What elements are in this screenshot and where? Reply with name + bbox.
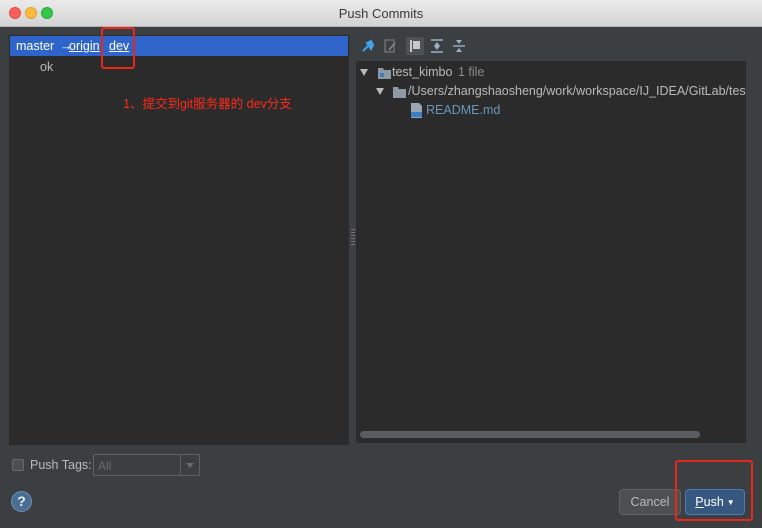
collapse-all-icon[interactable]: [450, 37, 468, 55]
push-tags-selected: All: [98, 459, 112, 473]
chevron-down-icon: [186, 463, 194, 468]
window-title: Push Commits: [338, 6, 424, 21]
expand-all-icon[interactable]: [428, 37, 446, 55]
remote-link[interactable]: origin: [69, 39, 100, 53]
commit-item[interactable]: ok: [40, 60, 53, 74]
edit-source-icon[interactable]: [381, 37, 399, 55]
help-button[interactable]: ?: [11, 491, 32, 512]
annotation-highlight-dev: [101, 27, 135, 69]
annotation-highlight-push: [675, 460, 753, 521]
tree-row-directory[interactable]: /Users/zhangshaosheng/work/workspace/IJ_…: [376, 84, 746, 100]
expand-arrow-icon[interactable]: [376, 88, 384, 95]
folder-icon: [393, 87, 406, 98]
directory-path: /Users/zhangshaosheng/work/workspace/IJ_…: [408, 84, 746, 98]
markdown-file-icon: [411, 103, 422, 118]
expand-arrow-icon[interactable]: [360, 69, 368, 76]
repo-file-count: 1 file: [458, 65, 485, 79]
splitter-handle[interactable]: [351, 229, 355, 245]
annotation-text: 1、提交到git服务器的 dev分支: [123, 97, 292, 111]
push-tags-checkbox[interactable]: [12, 459, 24, 471]
title-bar: Push Commits: [0, 0, 762, 27]
cancel-button[interactable]: Cancel: [619, 489, 681, 515]
changes-panel: test_kimbo 1 file /Users/zhangshaosheng/…: [356, 61, 746, 443]
show-diff-icon[interactable]: [359, 37, 377, 55]
push-tags-select[interactable]: All: [93, 454, 200, 476]
branch-row[interactable]: master → origin : dev: [10, 36, 348, 56]
local-branch: master: [16, 39, 55, 53]
push-tags-label: Push Tags:: [30, 458, 92, 472]
repo-name: test_kimbo: [392, 65, 453, 79]
dropdown-arrow-box[interactable]: [180, 455, 199, 475]
file-name: README.md: [426, 103, 501, 117]
group-by-directory-icon: [410, 40, 420, 52]
group-by-directory-button[interactable]: [406, 37, 424, 55]
module-folder-icon: [378, 68, 391, 79]
horizontal-scrollbar[interactable]: [360, 431, 700, 438]
